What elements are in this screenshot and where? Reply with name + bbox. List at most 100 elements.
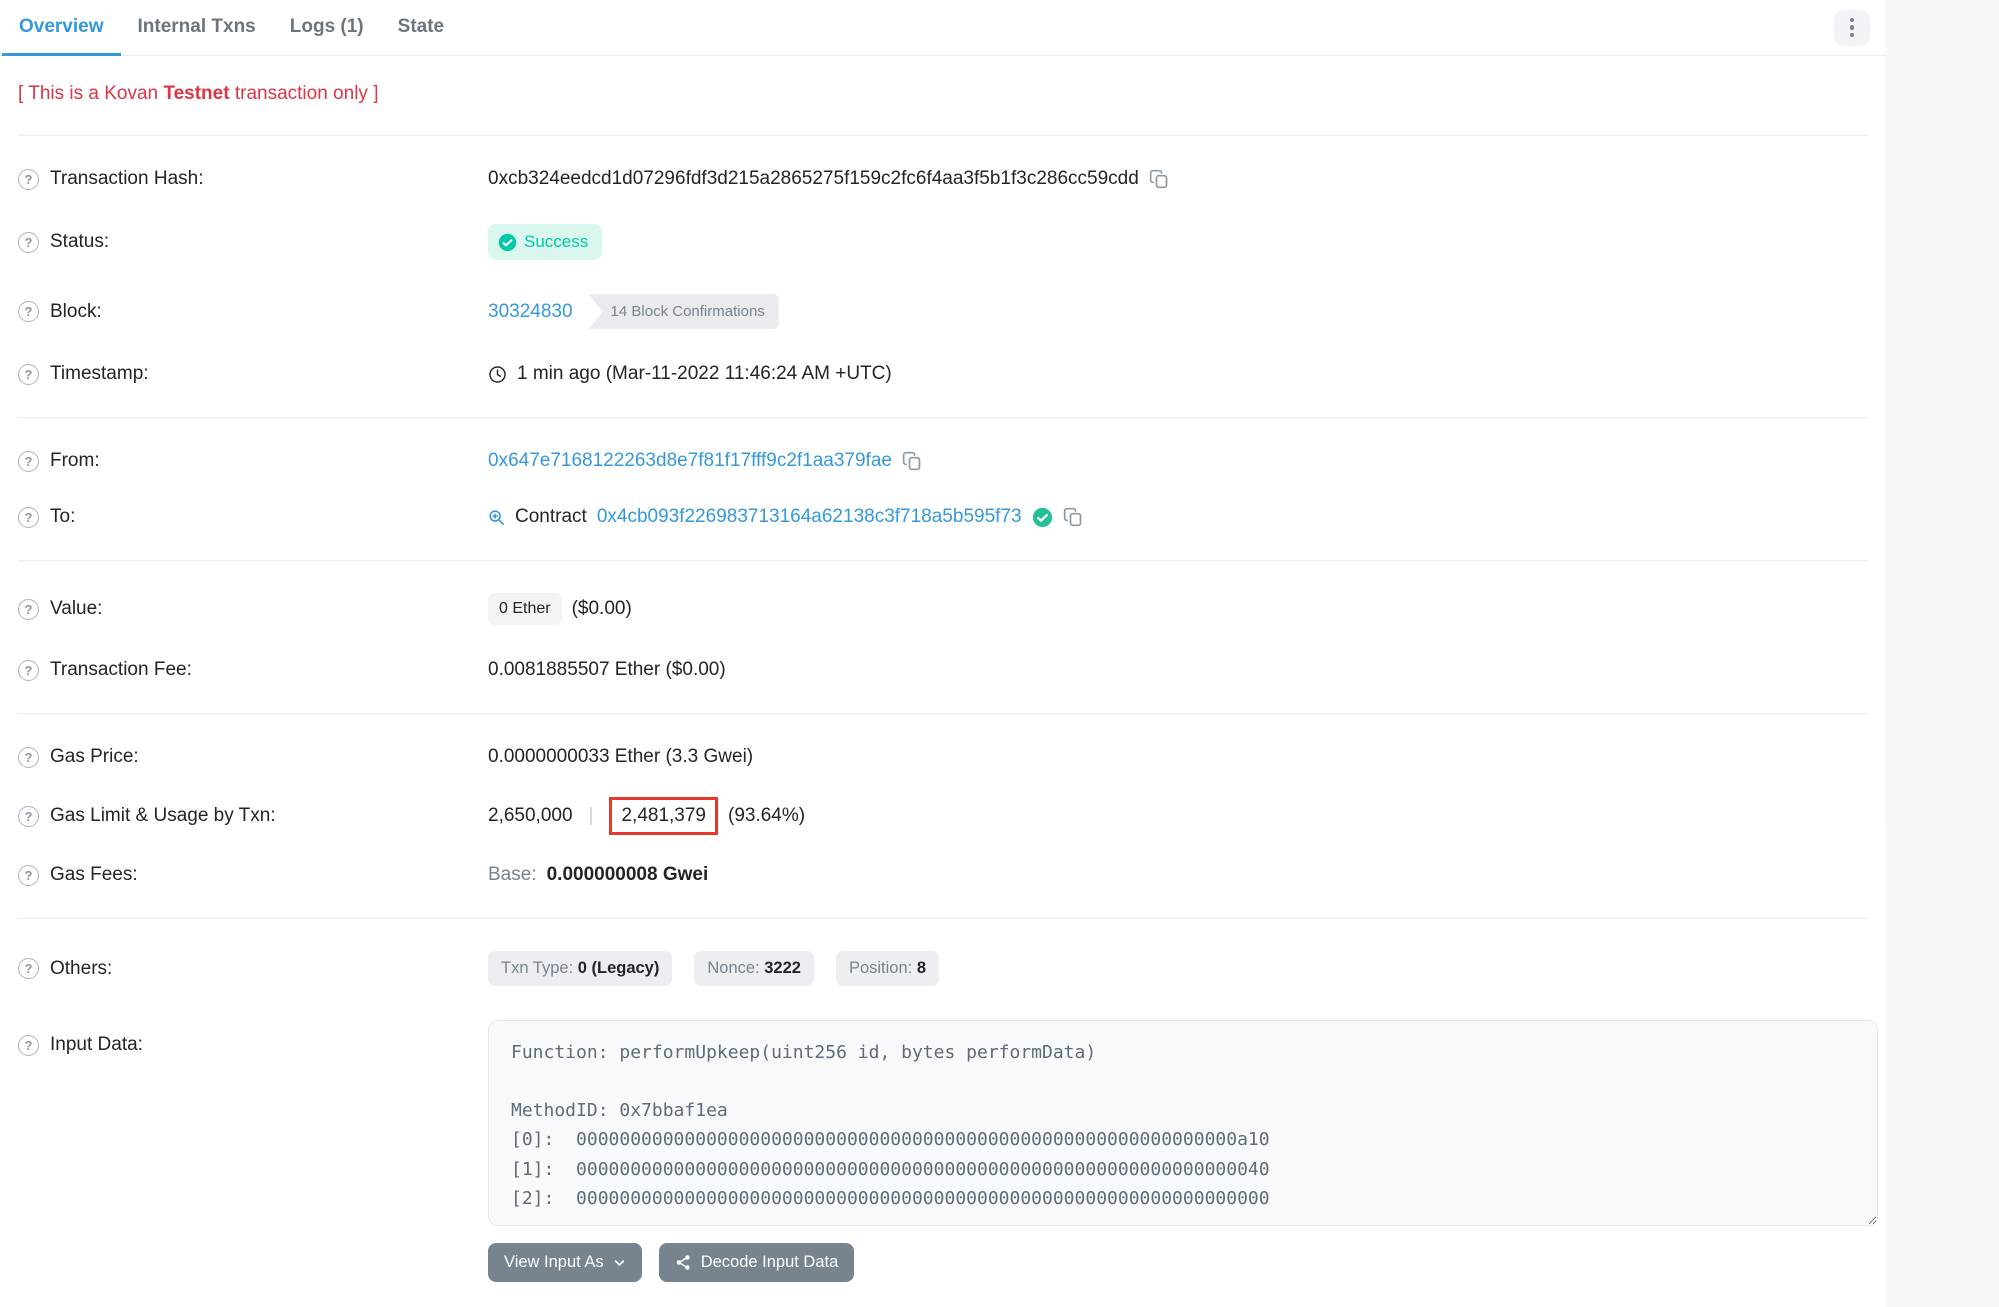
- gas-separator: |: [583, 805, 600, 827]
- ether-value-badge: 0 Ether: [488, 593, 562, 625]
- row-to: ? To: Contract 0x4cb093f226983713164a621…: [18, 489, 1868, 545]
- group-value-fee: ? Value: 0 Ether ($0.00) ? Transaction F…: [18, 561, 1868, 714]
- position-badge: Position: 8: [836, 951, 939, 986]
- copy-icon[interactable]: [902, 451, 922, 471]
- row-input-data: ? Input Data: Function: performUpkeep(ui…: [18, 1003, 1868, 1299]
- warning-suffix: transaction only ]: [230, 83, 379, 104]
- row-gas-fees: ? Gas Fees: Base: 0.000000008 Gwei: [18, 847, 1868, 903]
- tab-internal-txns[interactable]: Internal Txns: [121, 0, 273, 56]
- page-background: [1886, 0, 1999, 1307]
- gas-fees-base-label: Base:: [488, 864, 537, 886]
- clock-icon: [488, 365, 507, 384]
- help-icon[interactable]: ?: [18, 958, 39, 979]
- to-label: To:: [50, 506, 75, 528]
- group-others-input: ? Others: Txn Type: 0 (Legacy) Nonce: 32…: [18, 919, 1868, 1307]
- input-data-textarea[interactable]: Function: performUpkeep(uint256 id, byte…: [488, 1020, 1878, 1226]
- help-icon[interactable]: ?: [18, 660, 39, 681]
- help-icon[interactable]: ?: [18, 599, 39, 620]
- status-text: Success: [524, 232, 588, 252]
- decode-input-data-label: Decode Input Data: [701, 1253, 839, 1272]
- transaction-fee-value: 0.0081885507 Ether ($0.00): [488, 659, 726, 681]
- magnifier-plus-icon[interactable]: [488, 509, 505, 526]
- gas-limit-usage-label: Gas Limit & Usage by Txn:: [50, 805, 276, 827]
- testnet-warning: [ This is a Kovan Testnet transaction on…: [18, 83, 1868, 105]
- transaction-hash-label: Transaction Hash:: [50, 168, 203, 190]
- nonce-key: Nonce:: [707, 959, 764, 977]
- gas-fees-label: Gas Fees:: [50, 864, 138, 886]
- verified-check-icon: [1032, 507, 1053, 528]
- value-label: Value:: [50, 598, 102, 620]
- help-icon[interactable]: ?: [18, 806, 39, 827]
- to-address-link[interactable]: 0x4cb093f226983713164a62138c3f718a5b595f…: [597, 506, 1022, 528]
- help-icon[interactable]: ?: [18, 301, 39, 322]
- testnet-warning-section: [ This is a Kovan Testnet transaction on…: [18, 56, 1868, 136]
- warning-network: Testnet: [163, 83, 229, 104]
- help-icon[interactable]: ?: [18, 232, 39, 253]
- copy-icon[interactable]: [1149, 169, 1169, 189]
- gas-used-annotation-box: 2,481,379: [609, 797, 718, 835]
- kebab-dot: [1850, 33, 1855, 38]
- tab-bar: Overview Internal Txns Logs (1) State: [0, 0, 1886, 56]
- block-confirmations-badge: 14 Block Confirmations: [589, 294, 779, 329]
- row-others: ? Others: Txn Type: 0 (Legacy) Nonce: 32…: [18, 934, 1868, 1003]
- tab-overview[interactable]: Overview: [2, 0, 121, 56]
- overview-panel: [ This is a Kovan Testnet transaction on…: [0, 56, 1886, 1307]
- position-value: 8: [917, 959, 926, 977]
- txn-type-value: 0 (Legacy): [578, 959, 660, 977]
- input-data-actions: View Input As Decode Input Data: [488, 1243, 1878, 1282]
- warning-prefix: [ This is a Kovan: [18, 83, 163, 104]
- row-transaction-fee: ? Transaction Fee: 0.0081885507 Ether ($…: [18, 642, 1868, 698]
- txn-type-badge: Txn Type: 0 (Legacy): [488, 951, 672, 986]
- transaction-card: Overview Internal Txns Logs (1) State [ …: [0, 0, 1886, 1307]
- group-addresses: ? From: 0x647e7168122263d8e7f81f17fff9c2…: [18, 418, 1868, 561]
- from-address-link[interactable]: 0x647e7168122263d8e7f81f17fff9c2f1aa379f…: [488, 450, 892, 472]
- view-input-as-button[interactable]: View Input As: [488, 1243, 642, 1282]
- group-overview-top: ? Transaction Hash: 0xcb324eedcd1d07296f…: [18, 136, 1868, 418]
- more-options-button[interactable]: [1834, 10, 1870, 46]
- txn-type-key: Txn Type:: [501, 959, 578, 977]
- help-icon[interactable]: ?: [18, 747, 39, 768]
- row-transaction-hash: ? Transaction Hash: 0xcb324eedcd1d07296f…: [18, 151, 1868, 207]
- kebab-dot: [1850, 25, 1855, 30]
- copy-icon[interactable]: [1063, 507, 1083, 527]
- gas-used-percent: (93.64%): [728, 805, 805, 827]
- nonce-value: 3222: [764, 959, 801, 977]
- help-icon[interactable]: ?: [18, 364, 39, 385]
- view-input-as-label: View Input As: [504, 1253, 604, 1272]
- gas-used-value: 2,481,379: [621, 805, 706, 826]
- row-gas-limit-usage: ? Gas Limit & Usage by Txn: 2,650,000 | …: [18, 785, 1868, 847]
- gas-price-label: Gas Price:: [50, 746, 139, 768]
- help-icon[interactable]: ?: [18, 865, 39, 886]
- position-key: Position:: [849, 959, 917, 977]
- nonce-badge: Nonce: 3222: [694, 951, 814, 986]
- row-block: ? Block: 30324830 14 Block Confirmations: [18, 277, 1868, 346]
- status-badge: Success: [488, 224, 602, 260]
- block-number-link[interactable]: 30324830: [488, 301, 573, 323]
- gas-price-value: 0.0000000033 Ether (3.3 Gwei): [488, 746, 753, 768]
- status-label: Status:: [50, 231, 109, 253]
- gas-fees-base-value: 0.000000008 Gwei: [547, 864, 709, 886]
- tab-state[interactable]: State: [381, 0, 461, 56]
- transaction-page: Overview Internal Txns Logs (1) State [ …: [0, 0, 1999, 1307]
- row-from: ? From: 0x647e7168122263d8e7f81f17fff9c2…: [18, 433, 1868, 489]
- input-data-label: Input Data:: [50, 1034, 143, 1056]
- row-status: ? Status: Success: [18, 207, 1868, 277]
- timestamp-value: 1 min ago (Mar-11-2022 11:46:24 AM +UTC): [517, 363, 892, 385]
- help-icon[interactable]: ?: [18, 169, 39, 190]
- tab-logs[interactable]: Logs (1): [273, 0, 381, 56]
- row-value: ? Value: 0 Ether ($0.00): [18, 576, 1868, 642]
- help-icon[interactable]: ?: [18, 451, 39, 472]
- help-icon[interactable]: ?: [18, 1035, 39, 1056]
- group-gas: ? Gas Price: 0.0000000033 Ether (3.3 Gwe…: [18, 714, 1868, 919]
- decode-input-data-button[interactable]: Decode Input Data: [659, 1243, 855, 1282]
- gas-limit-value: 2,650,000: [488, 805, 573, 827]
- chevron-down-icon: [613, 1256, 626, 1269]
- transaction-fee-label: Transaction Fee:: [50, 659, 192, 681]
- others-label: Others:: [50, 958, 112, 980]
- check-circle-icon: [498, 233, 517, 252]
- from-label: From:: [50, 450, 100, 472]
- timestamp-label: Timestamp:: [50, 363, 149, 385]
- decode-icon: [675, 1254, 692, 1271]
- help-icon[interactable]: ?: [18, 507, 39, 528]
- row-gas-price: ? Gas Price: 0.0000000033 Ether (3.3 Gwe…: [18, 729, 1868, 785]
